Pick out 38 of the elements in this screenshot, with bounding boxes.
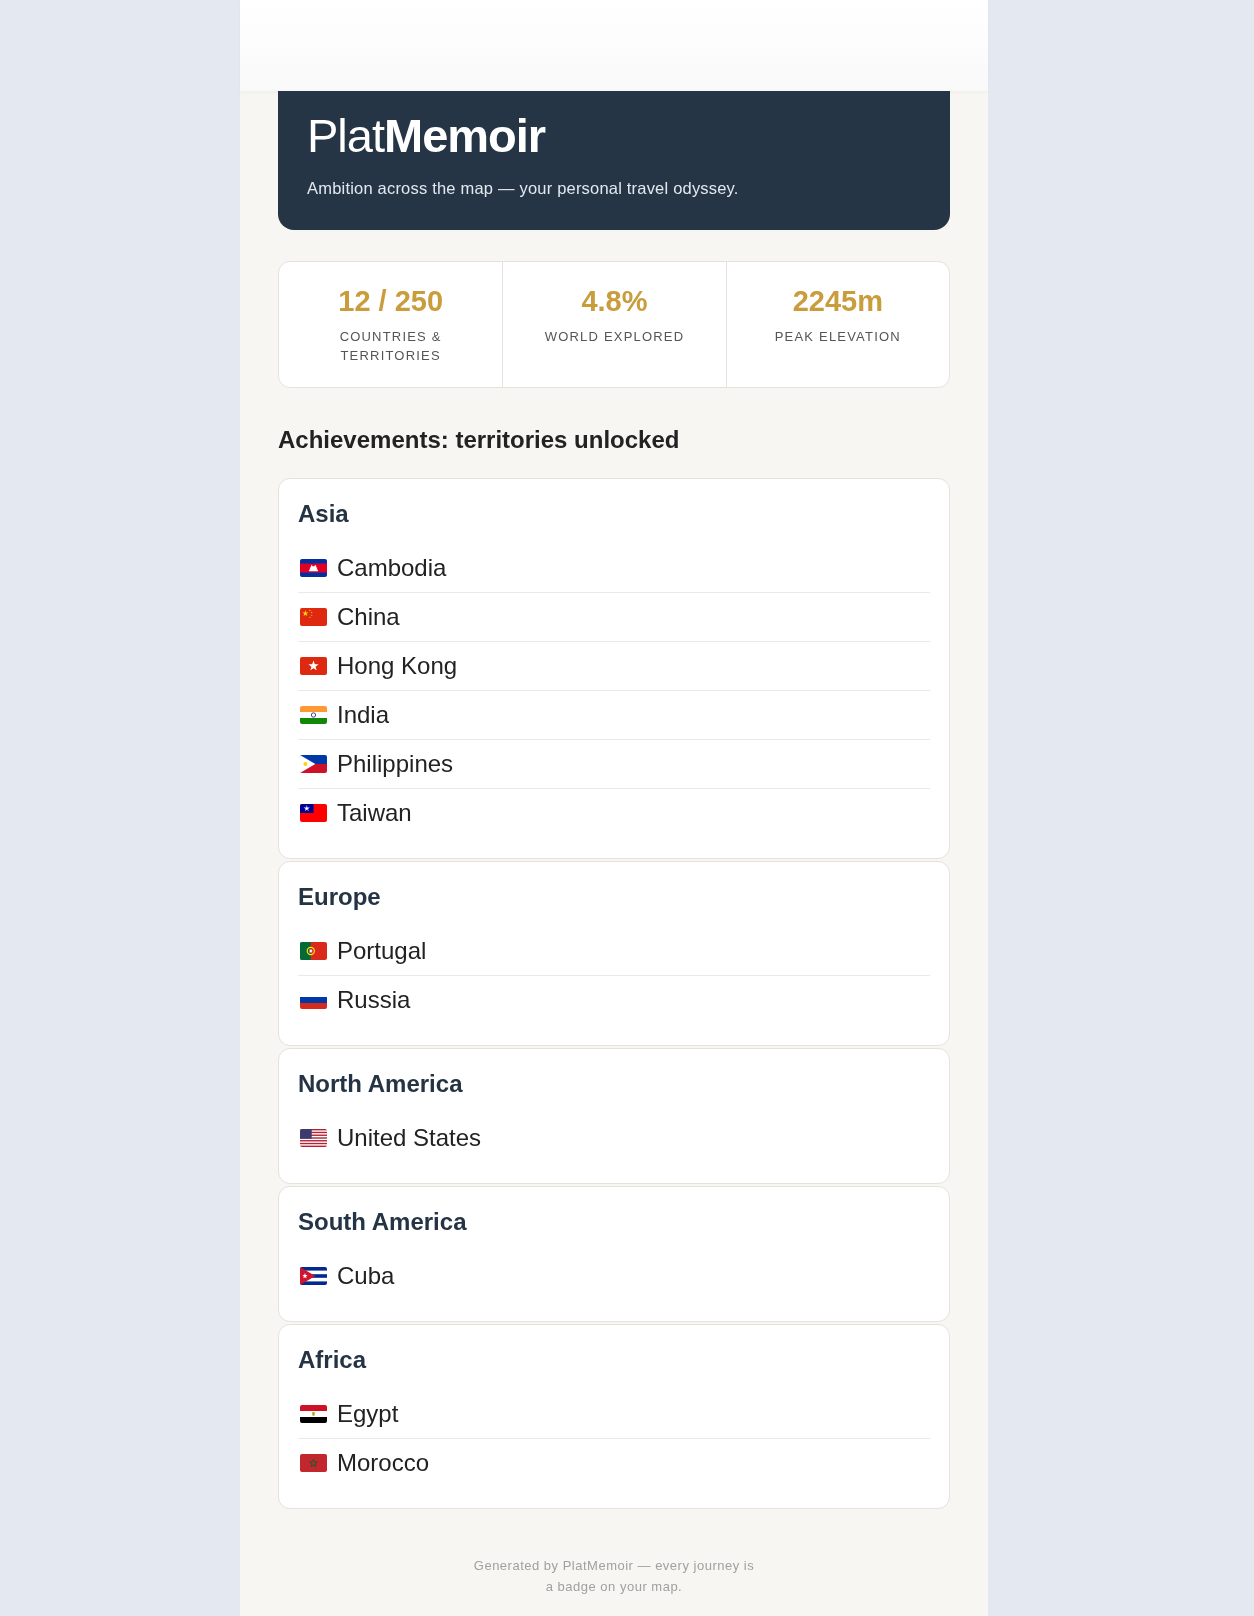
country-name: United States	[337, 1124, 482, 1152]
stat-value: 12 / 250	[338, 284, 444, 318]
region-heading: Asia	[298, 500, 350, 528]
country-name: Hong Kong	[337, 652, 458, 680]
country-name: Cuba	[337, 1262, 395, 1290]
stat-value: 4.8%	[581, 284, 648, 318]
country-name: Portugal	[337, 937, 427, 965]
taiwan-flag-icon	[300, 804, 327, 822]
region-heading: South America	[298, 1208, 468, 1236]
region-heading: Europe	[298, 883, 382, 911]
country-name: Philippines	[337, 750, 454, 778]
india-flag-icon	[300, 706, 327, 724]
cambodia-flag-icon	[300, 559, 327, 577]
tagline: Ambition across the map — your personal travel odyssey.	[307, 178, 740, 199]
country-name: Russia	[337, 986, 411, 1014]
stat-label: PEAK ELEVATION	[774, 328, 901, 346]
china-flag-icon	[300, 608, 327, 626]
region-heading: Africa	[298, 1346, 368, 1374]
philippines-flag-icon	[300, 755, 327, 773]
footer-text: Generated by PlatMemoir — every journey is a badge on your map.	[472, 1557, 756, 1596]
logo: PlatMemoir	[307, 110, 547, 162]
country-name: Morocco	[337, 1449, 430, 1477]
country-name: Egypt	[337, 1400, 399, 1428]
country-name: Cambodia	[337, 554, 447, 582]
region-heading: North America	[298, 1070, 464, 1098]
country-name: China	[337, 603, 400, 631]
us-flag-icon	[300, 1129, 327, 1147]
morocco-flag-icon	[300, 1454, 327, 1472]
stat-label: COUNTRIES & TERRITORIES	[338, 328, 443, 365]
egypt-flag-icon	[300, 1405, 327, 1423]
stat-label: WORLD EXPLORED	[544, 328, 685, 346]
stat-value: 2245m	[792, 284, 883, 318]
portugal-flag-icon	[300, 942, 327, 960]
cuba-flag-icon	[300, 1267, 327, 1285]
country-name: India	[337, 701, 390, 729]
hong-kong-flag-icon	[300, 657, 327, 675]
section-heading: Achievements: territories unlocked	[278, 426, 681, 454]
country-name: Taiwan	[337, 799, 412, 827]
